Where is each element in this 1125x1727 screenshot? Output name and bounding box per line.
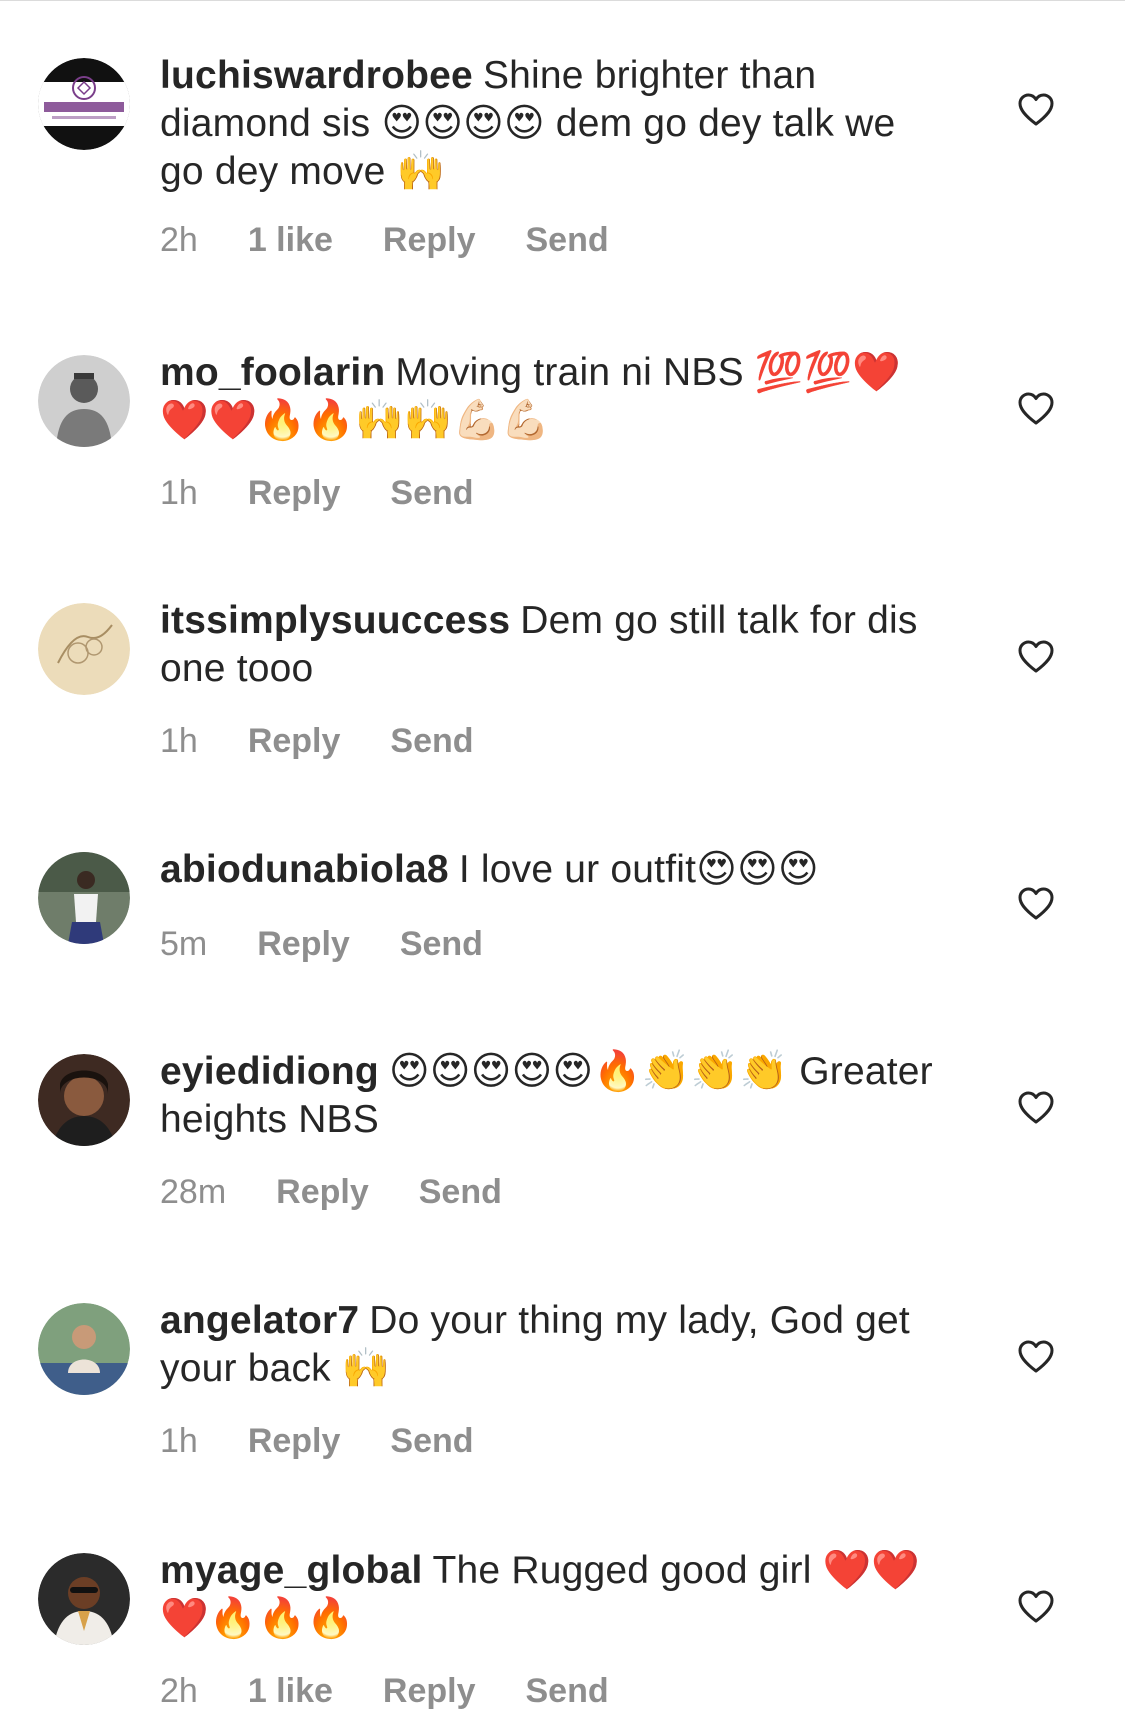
like-heart-icon[interactable] [1018,391,1054,427]
avatar[interactable] [38,1054,130,1146]
send-button[interactable]: Send [390,721,473,761]
send-button[interactable]: Send [419,1172,502,1212]
like-heart-icon[interactable] [1018,1090,1054,1126]
comment-body: angelator7 Do your thing my lady, God get… [160,1297,940,1393]
comment-username[interactable]: angelator7 [160,1299,359,1342]
comment-text: I love ur outfit😍😍😍 [458,848,819,891]
comment-username[interactable]: eyiedidiong [160,1050,379,1093]
avatar[interactable] [38,1303,130,1395]
comment-username[interactable]: luchiswardrobee [160,54,473,97]
reply-button[interactable]: Reply [383,220,476,260]
comment-username[interactable]: abiodunabiola8 [160,848,449,891]
comment-time: 28m [160,1173,227,1211]
reply-button[interactable]: Reply [248,1421,341,1461]
comment-likes[interactable]: 1 like [248,220,333,260]
comment-meta: 5m Reply Send [160,924,483,964]
avatar[interactable] [38,58,130,150]
comment-username[interactable]: myage_global [160,1549,423,1592]
comment-time: 2h [160,221,198,259]
comment-time: 1h [160,474,198,512]
comment-meta: 1h Reply Send [160,721,474,761]
like-heart-icon[interactable] [1018,886,1054,922]
comment-time: 1h [160,722,198,760]
send-button[interactable]: Send [526,1671,609,1711]
reply-button[interactable]: Reply [383,1671,476,1711]
comment-body: eyiedidiong 😍😍😍😍😍🔥👏👏👏 Greater heights NBS [160,1048,940,1144]
comment-time: 1h [160,1422,198,1460]
like-heart-icon[interactable] [1018,639,1054,675]
reply-button[interactable]: Reply [248,721,341,761]
top-divider [0,0,1125,1]
reply-button[interactable]: Reply [276,1172,369,1212]
comment-meta: 28m Reply Send [160,1172,502,1212]
like-heart-icon[interactable] [1018,1339,1054,1375]
comment-body: mo_foolarin Moving train ni NBS 💯💯❤️❤️❤️🔥… [160,349,940,445]
comment-meta: 2h 1 like Reply Send [160,220,609,260]
avatar[interactable] [38,852,130,944]
send-button[interactable]: Send [526,220,609,260]
comment-body: itssimplysuuccess Dem go still talk for d… [160,597,940,693]
comment-username[interactable]: mo_foolarin [160,351,385,394]
send-button[interactable]: Send [390,473,473,513]
comment-body: myage_global The Rugged good girl ❤️❤️❤️🔥… [160,1547,940,1643]
comment-username[interactable]: itssimplysuuccess [160,599,510,642]
reply-button[interactable]: Reply [248,473,341,513]
send-button[interactable]: Send [390,1421,473,1461]
avatar[interactable] [38,603,130,695]
comment-time: 5m [160,925,208,963]
avatar[interactable] [38,355,130,447]
comment-time: 2h [160,1672,198,1710]
avatar[interactable] [38,1553,130,1645]
comment-meta: 2h 1 like Reply Send [160,1671,609,1711]
comment-body: luchiswardrobee Shine brighter than diamo… [160,52,940,196]
comment-meta: 1h Reply Send [160,473,474,513]
like-heart-icon[interactable] [1018,92,1054,128]
comment-body: abiodunabiola8 I love ur outfit😍😍😍 [160,846,940,894]
like-heart-icon[interactable] [1018,1589,1054,1625]
reply-button[interactable]: Reply [257,924,350,964]
comment-meta: 1h Reply Send [160,1421,474,1461]
send-button[interactable]: Send [400,924,483,964]
comment-likes[interactable]: 1 like [248,1671,333,1711]
